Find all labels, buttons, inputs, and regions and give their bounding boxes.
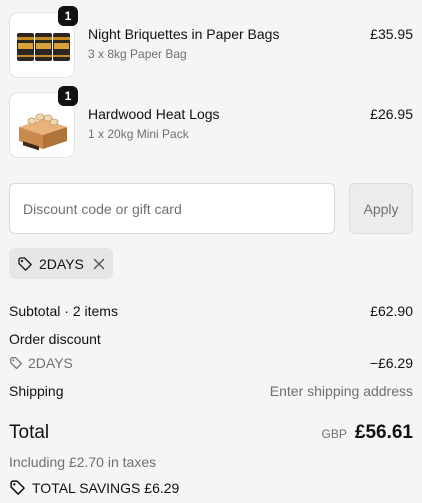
order-summary: 1 Night Briquettes in Paper Bags 3 x 8kg… — [0, 0, 422, 503]
subtotal-value: £62.90 — [370, 303, 413, 319]
total-amount: £56.61 — [354, 422, 413, 443]
tag-icon — [9, 356, 23, 370]
total-label: Total — [9, 422, 50, 443]
tag-icon — [9, 479, 26, 496]
shipping-label: Shipping — [9, 383, 64, 399]
discount-value: −£6.29 — [369, 355, 413, 371]
line-item: 1 Hardwood Heat Logs 1 x 20kg Mini Pack … — [9, 86, 413, 158]
item-variant: 1 x 20kg Mini Pack — [88, 127, 189, 141]
item-price: £26.95 — [370, 106, 413, 122]
apply-discount-button[interactable]: Apply — [349, 183, 413, 234]
applied-discount-code: 2DAYS — [39, 255, 84, 272]
order-discount-label: Order discount — [9, 331, 101, 347]
item-price: £35.95 — [370, 26, 413, 42]
total-savings: TOTAL SAVINGS £6.29 — [32, 479, 180, 496]
remove-discount-icon[interactable] — [93, 258, 105, 270]
total-currency: GBP — [321, 427, 347, 441]
item-variant: 3 x 8kg Paper Bag — [88, 47, 187, 61]
quantity-badge: 1 — [58, 86, 78, 106]
line-item: 1 Night Briquettes in Paper Bags 3 x 8kg… — [9, 6, 413, 78]
tag-icon — [17, 256, 33, 272]
shipping-value: Enter shipping address — [269, 383, 413, 399]
quantity-badge: 1 — [58, 6, 78, 26]
subtotal-label: Subtotal · 2 items — [9, 303, 118, 319]
applied-discount-chip: 2DAYS — [9, 248, 113, 279]
discount-code-input[interactable] — [9, 183, 335, 234]
taxes-note: Including £2.70 in taxes — [9, 454, 157, 470]
item-title: Hardwood Heat Logs — [88, 106, 220, 122]
item-title: Night Briquettes in Paper Bags — [88, 26, 280, 42]
discount-code-label: 2DAYS — [28, 355, 73, 371]
